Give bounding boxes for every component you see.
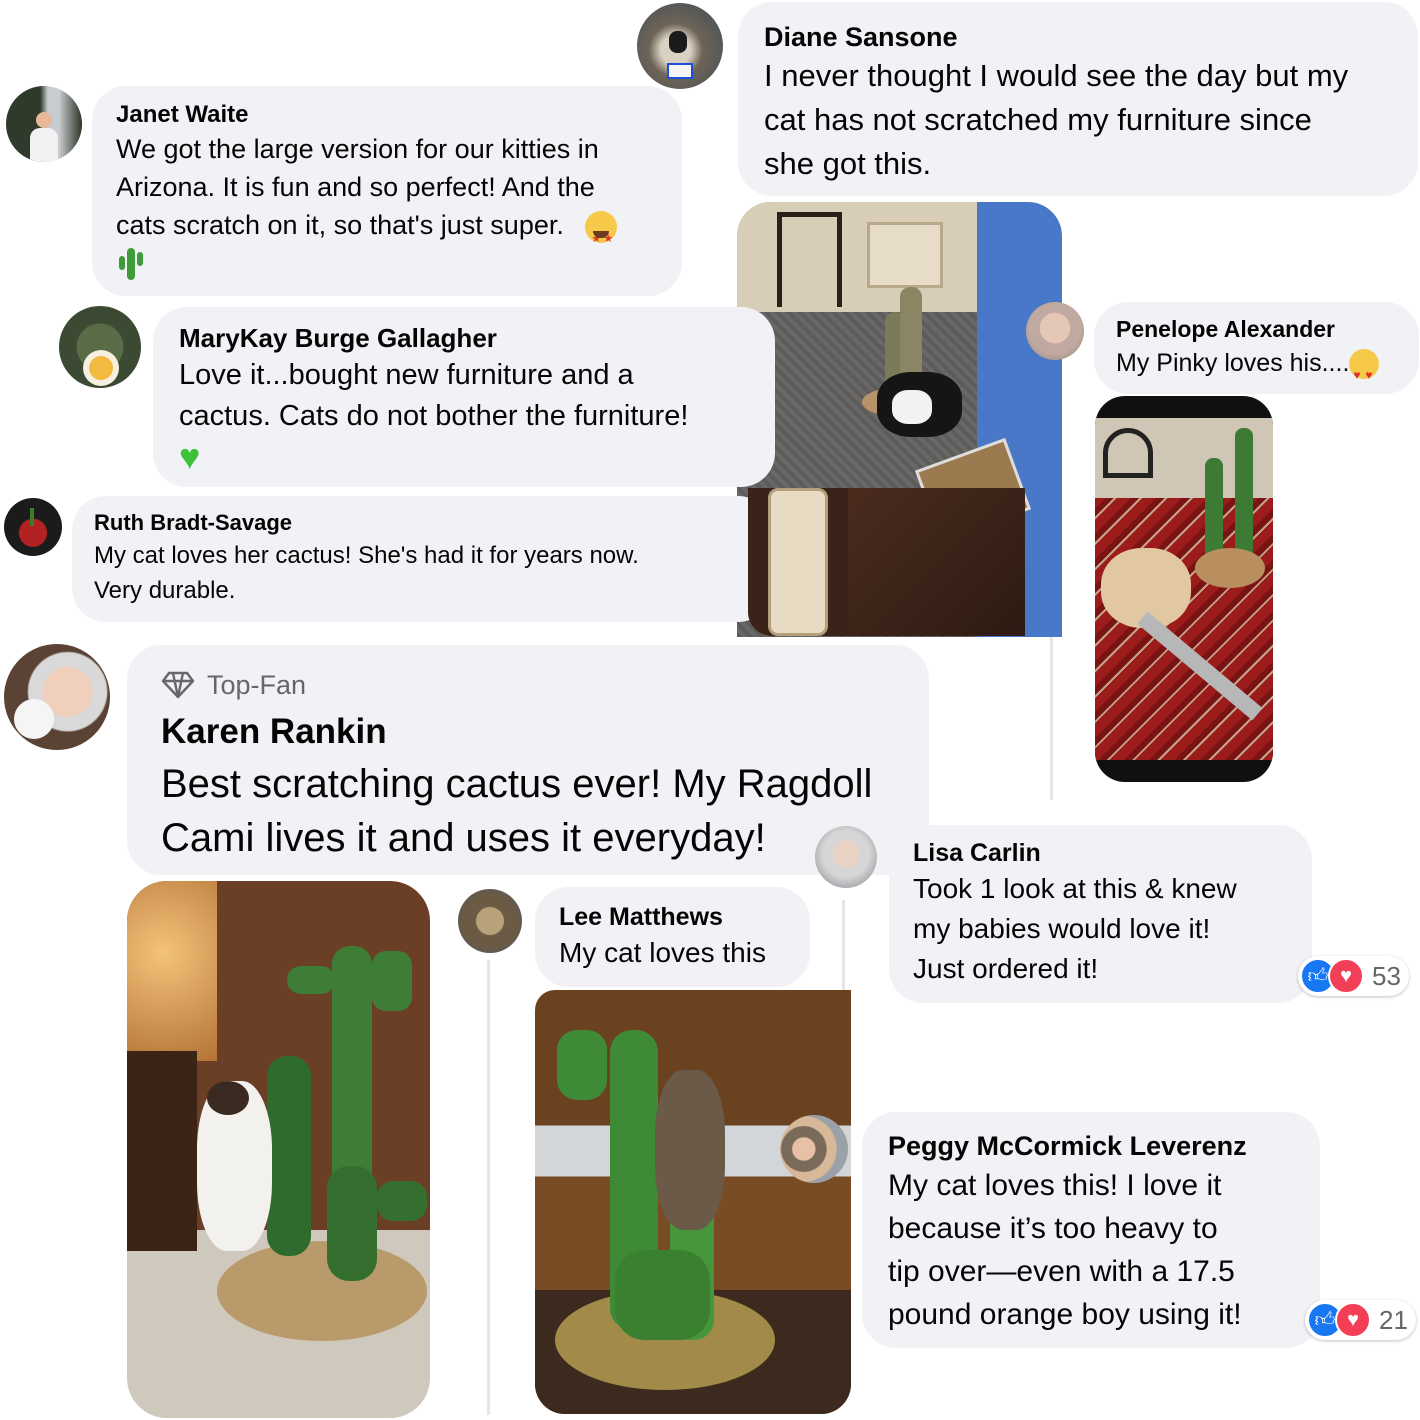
comment-text: Best scratching cactus ever! My Ragdoll <box>161 762 873 806</box>
avatar[interactable] <box>6 86 82 162</box>
avatar[interactable] <box>458 889 522 953</box>
comment-text: My cat loves her cactus! She's had it fo… <box>94 542 639 569</box>
comment-text: my babies would love it! <box>913 913 1211 944</box>
avatar[interactable] <box>59 306 141 388</box>
commenter-name[interactable]: Ruth Bradt-Savage <box>94 508 750 538</box>
commenter-name[interactable]: Janet Waite <box>116 100 658 130</box>
comment-text: We got the large version for our kitties… <box>116 134 599 164</box>
comment-text: My cat loves this <box>559 937 766 968</box>
reaction-count: 53 <box>1372 960 1401 991</box>
comment-bubble: Lisa Carlin Took 1 look at this & knew m… <box>889 825 1312 1003</box>
comment-text: My cat loves this! I love it <box>888 1169 1222 1202</box>
heart-eyes-cat-emoji: ♥ ♥ <box>1349 349 1380 382</box>
comment-text: Love it...bought new furniture and a <box>179 359 634 391</box>
top-fan-badge: Top-Fan <box>161 667 895 703</box>
commenter-name[interactable]: Peggy McCormick Leverenz <box>888 1128 1294 1164</box>
comment-photo[interactable] <box>1095 396 1273 782</box>
comment-text: she got this. <box>764 146 932 181</box>
green-heart-emoji: ♥ <box>179 436 201 477</box>
comment-photo[interactable] <box>748 488 1025 636</box>
avatar[interactable] <box>4 644 110 750</box>
avatar[interactable] <box>4 498 62 556</box>
heart-icon: ♥ <box>1335 1302 1371 1338</box>
badge-label: Top-Fan <box>207 670 307 700</box>
avatar[interactable] <box>780 1115 848 1183</box>
comment-text: cat has not scratched my furniture since <box>764 102 1312 137</box>
comment-text: My Pinky loves his.... ♥ ♥ <box>1116 344 1397 382</box>
comment-text: Cami lives it and uses it everyday! <box>161 816 766 860</box>
comment-bubble: Penelope Alexander My Pinky loves his...… <box>1094 302 1419 394</box>
commenter-name[interactable]: Karen Rankin <box>161 707 895 757</box>
star-struck-emoji: ★ ★ <box>585 210 618 245</box>
comment-text: because it’s too heavy to <box>888 1212 1218 1245</box>
reaction-count: 21 <box>1379 1304 1408 1335</box>
avatar[interactable] <box>637 3 723 89</box>
comment-text-line: cats scratch on it, so that's just super… <box>116 210 564 240</box>
comment-bubble: MaryKay Burge Gallagher Love it...bought… <box>153 307 775 487</box>
heart-icon: ♥ <box>1328 958 1364 994</box>
reaction-summary[interactable]: 👍︎ ♥ 53 <box>1298 956 1409 996</box>
reaction-summary[interactable]: 👍︎ ♥ 21 <box>1305 1300 1416 1340</box>
comment-text: Arizona. It is fun and so perfect! And t… <box>116 172 595 202</box>
commenter-name[interactable]: Lisa Carlin <box>913 837 1288 869</box>
avatar[interactable] <box>1026 302 1084 360</box>
comment-text: I never thought I would see the day but … <box>764 58 1349 93</box>
comment-text: cactus. Cats do not bother the furniture… <box>179 400 689 432</box>
commenter-name[interactable]: Diane Sansone <box>764 20 1392 54</box>
comment-text-line: My Pinky loves his.... <box>1116 349 1350 377</box>
thread-line <box>487 960 490 1415</box>
comment-bubble: Top-Fan Karen Rankin Best scratching cac… <box>127 645 929 875</box>
diamond-icon <box>161 671 195 699</box>
comment-bubble: Lee Matthews My cat loves this <box>535 887 810 987</box>
comment-bubble: Diane Sansone I never thought I would se… <box>738 2 1418 196</box>
comment-photo[interactable] <box>127 881 430 1418</box>
cactus-emoji <box>116 246 146 282</box>
avatar[interactable] <box>815 826 877 888</box>
commenter-name[interactable]: MaryKay Burge Gallagher <box>179 321 749 355</box>
comment-text: tip over—even with a 17.5 <box>888 1255 1235 1288</box>
comment-text: pound orange boy using it! <box>888 1298 1242 1331</box>
commenter-name[interactable]: Penelope Alexander <box>1116 314 1397 344</box>
comment-bubble: Peggy McCormick Leverenz My cat loves th… <box>862 1112 1320 1348</box>
comment-text: cats scratch on it, so that's just super… <box>116 206 658 245</box>
comment-text: Just ordered it! <box>913 953 1099 984</box>
commenter-name[interactable]: Lee Matthews <box>559 901 786 933</box>
comment-bubble: Ruth Bradt-Savage My cat loves her cactu… <box>72 496 772 622</box>
comment-photo[interactable] <box>535 990 851 1414</box>
comment-bubble: Janet Waite We got the large version for… <box>92 86 682 296</box>
comment-text: Took 1 look at this & knew <box>913 873 1237 904</box>
comment-text: Very durable. <box>94 577 236 604</box>
